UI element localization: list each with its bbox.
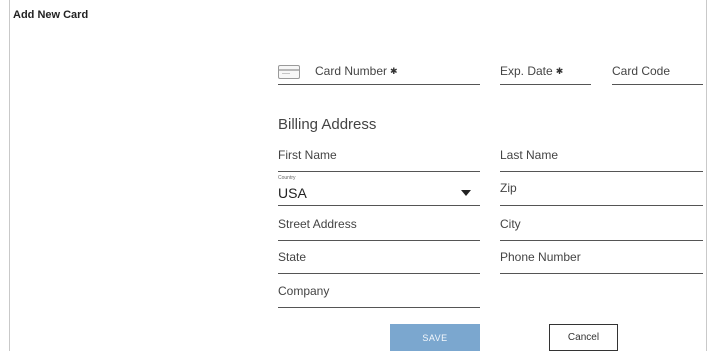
card-code-field[interactable]: Card Code xyxy=(612,62,703,85)
exp-date-field[interactable]: Exp. Date ✱ xyxy=(500,62,591,85)
company-field[interactable]: Company xyxy=(278,283,480,308)
state-field[interactable]: State xyxy=(278,249,480,274)
card-number-field[interactable]: Card Number ✱ xyxy=(278,62,480,85)
country-label: Country xyxy=(278,175,296,181)
street-address-field[interactable]: Street Address xyxy=(278,216,480,241)
phone-number-label: Phone Number xyxy=(500,250,581,264)
billing-address-heading: Billing Address xyxy=(278,116,377,133)
city-field[interactable]: City xyxy=(500,216,703,241)
chevron-down-icon[interactable] xyxy=(461,190,471,196)
company-label: Company xyxy=(278,284,330,298)
field-underline xyxy=(278,273,480,274)
field-underline xyxy=(278,84,480,85)
dialog-title: Add New Card xyxy=(13,9,89,21)
zip-field[interactable]: Zip xyxy=(500,180,703,206)
field-underline xyxy=(612,84,703,85)
street-address-label: Street Address xyxy=(278,217,357,231)
country-value: USA xyxy=(278,185,307,201)
required-marker: ✱ xyxy=(555,66,564,76)
required-marker: ✱ xyxy=(390,66,398,76)
cancel-button[interactable]: Cancel xyxy=(549,324,618,351)
field-underline xyxy=(278,205,480,206)
credit-card-icon xyxy=(278,65,300,79)
card-number-label: Card Number ✱ xyxy=(315,64,398,78)
card-code-label: Card Code xyxy=(612,64,671,78)
field-underline xyxy=(500,240,703,241)
state-label: State xyxy=(278,250,307,264)
exp-date-label: Exp. Date ✱ xyxy=(500,64,564,78)
save-button[interactable]: SAVE xyxy=(390,324,480,351)
first-name-label: First Name xyxy=(278,148,337,162)
field-underline xyxy=(500,171,703,172)
last-name-label: Last Name xyxy=(500,148,559,162)
last-name-field[interactable]: Last Name xyxy=(500,147,703,172)
phone-number-field[interactable]: Phone Number xyxy=(500,249,703,274)
city-label: City xyxy=(500,217,521,231)
field-underline xyxy=(500,273,703,274)
field-underline xyxy=(500,84,591,85)
first-name-field[interactable]: First Name xyxy=(278,147,480,172)
field-underline xyxy=(278,171,480,172)
field-underline xyxy=(278,240,480,241)
country-select[interactable]: Country USA xyxy=(278,175,480,206)
dialog-left-border xyxy=(9,0,10,351)
zip-label: Zip xyxy=(500,181,517,195)
field-underline xyxy=(500,205,703,206)
field-underline xyxy=(278,307,480,308)
